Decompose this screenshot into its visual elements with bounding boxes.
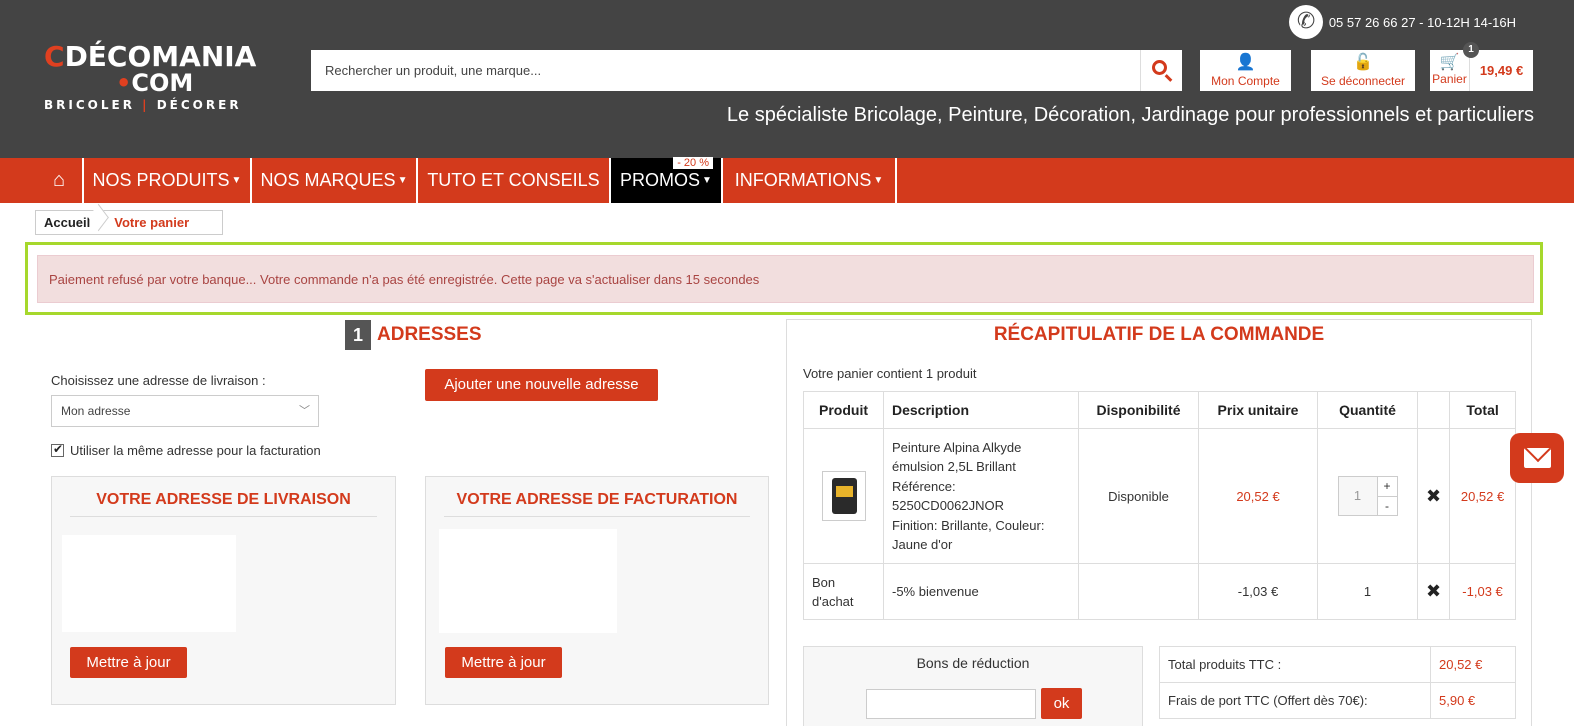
voucher-ok-button[interactable]: ok xyxy=(1041,688,1082,719)
unlock-icon: 🔓 xyxy=(1353,54,1373,71)
remove-icon[interactable]: ✖ xyxy=(1426,486,1441,506)
home-icon: ⌂ xyxy=(52,169,66,191)
step-label: ADRESSES xyxy=(377,324,482,345)
search-icon xyxy=(1152,60,1167,75)
breadcrumb-current: Votre panier xyxy=(114,215,190,230)
remove-voucher-cell: ✖ xyxy=(1416,563,1451,620)
site-logo[interactable]: CDÉCOMANIA •COM BRICOLER | DÉCORER xyxy=(44,42,256,114)
search-button[interactable] xyxy=(1140,50,1182,91)
table-row: Peinture Alpina Alkyde émulsion 2,5L Bri… xyxy=(803,428,1516,564)
checkbox-checked[interactable] xyxy=(51,442,64,457)
add-address-button[interactable]: Ajouter une nouvelle adresse xyxy=(425,369,658,401)
address-select[interactable]: Mon adresse ﹀ xyxy=(51,395,319,427)
update-billing-button[interactable]: Mettre à jour xyxy=(445,647,562,678)
envelope-icon xyxy=(1524,448,1551,468)
vouchers-title: Bons de réduction xyxy=(916,655,1030,671)
phone-number: 05 57 26 66 27 - 10-12H 14-16H xyxy=(1328,14,1516,30)
voucher-label: Bon d'achat xyxy=(803,563,884,620)
voucher-total: -1,03 € xyxy=(1449,563,1516,620)
cart-icon: 🛒 xyxy=(1439,54,1460,71)
site-header: 05 57 26 66 27 - 10-12H 14-16H CDÉCOMANI… xyxy=(0,0,1574,158)
breadcrumb-home[interactable]: Accueil xyxy=(36,215,102,230)
chevron-down-icon: ﹀ xyxy=(299,405,310,417)
cart-count-badge: 1 xyxy=(1463,42,1479,58)
account-button[interactable]: 👤 Mon Compte xyxy=(1200,50,1291,91)
qty-minus-button[interactable]: - xyxy=(1377,495,1397,516)
nav-nos-marques[interactable]: NOS MARQUES ▼ xyxy=(252,158,418,203)
cart-button[interactable]: 🛒 Panier 1 19,49 € xyxy=(1430,42,1533,91)
product-description: Peinture Alpina Alkyde émulsion 2,5L Bri… xyxy=(883,428,1079,564)
billing-address-content xyxy=(439,529,617,633)
product-total: 20,52 € xyxy=(1449,428,1516,564)
payment-error-alert: Paiement refusé par votre banque... Votr… xyxy=(37,255,1534,303)
delivery-address-title: VOTRE ADRESSE DE LIVRAISON xyxy=(70,491,377,517)
promo-badge: - 20 % xyxy=(673,157,713,169)
quantity-stepper[interactable]: 1 + - xyxy=(1337,476,1398,516)
cart-table: Produit Description Disponibilité Prix u… xyxy=(803,391,1516,620)
addresses-heading: 1 ADRESSES xyxy=(345,320,482,350)
product-availability: Disponible xyxy=(1078,428,1199,564)
logout-button[interactable]: 🔓 Se déconnecter xyxy=(1311,50,1415,91)
vouchers-box: Bons de réduction ok xyxy=(803,646,1143,726)
nav-tuto-conseils[interactable]: TUTO ET CONSEILS xyxy=(418,158,611,203)
delivery-address-content xyxy=(62,535,236,632)
voucher-code-input[interactable] xyxy=(866,689,1036,719)
nav-informations[interactable]: INFORMATIONS ▼ xyxy=(723,158,897,203)
voucher-unit-price: -1,03 € xyxy=(1198,563,1318,620)
qty-plus-button[interactable]: + xyxy=(1378,477,1397,496)
product-unit-price: 20,52 € xyxy=(1198,428,1318,564)
update-delivery-button[interactable]: Mettre à jour xyxy=(70,647,187,678)
alert-highlight: Paiement refusé par votre banque... Votr… xyxy=(25,242,1543,315)
nav-promos[interactable]: - 20 % PROMOS ▼ xyxy=(611,157,723,203)
totals-row: Frais de port TTC (Offert dès 70€): 5,90… xyxy=(1159,682,1516,719)
remove-icon[interactable]: ✖ xyxy=(1426,581,1441,601)
voucher-qty: 1 xyxy=(1317,563,1418,620)
phone-contact[interactable]: 05 57 26 66 27 - 10-12H 14-16H xyxy=(1288,5,1516,39)
search-input[interactable] xyxy=(311,50,1140,91)
choose-address-label: Choisissez une adresse de livraison : xyxy=(51,373,266,388)
nav-nos-produits[interactable]: NOS PRODUITS ▼ xyxy=(84,158,252,203)
nav-home[interactable]: ⌂ xyxy=(36,158,84,203)
table-header-row: Produit Description Disponibilité Prix u… xyxy=(803,391,1516,429)
cart-count-text: Votre panier contient 1 produit xyxy=(803,366,977,381)
tagline: Le spécialiste Bricolage, Peinture, Déco… xyxy=(726,104,1534,126)
product-qty-cell: 1 + - xyxy=(1317,428,1418,564)
voucher-description: -5% bienvenue xyxy=(883,563,1079,620)
same-billing-checkbox[interactable]: Utiliser la même adresse pour la factura… xyxy=(51,442,321,458)
whatsapp-icon xyxy=(1288,5,1323,39)
order-summary: RÉCAPITULATIF DE LA COMMANDE Votre panie… xyxy=(786,319,1532,726)
breadcrumb: Accueil Votre panier xyxy=(35,210,223,235)
delivery-address-box: VOTRE ADRESSE DE LIVRAISON Mettre à jour xyxy=(51,476,396,705)
step-number: 1 xyxy=(345,320,371,350)
main-nav: ⌂ NOS PRODUITS ▼ NOS MARQUES ▼ TUTO ET CON… xyxy=(0,157,1574,203)
remove-product-cell: ✖ xyxy=(1416,428,1451,564)
cart-total: 19,49 € xyxy=(1479,63,1524,78)
product-image[interactable] xyxy=(821,471,866,521)
table-row: Bon d'achat -5% bienvenue -1,03 € 1 ✖ -1… xyxy=(803,563,1516,620)
billing-address-title: VOTRE ADRESSE DE FACTURATION xyxy=(444,491,750,517)
user-icon: 👤 xyxy=(1235,54,1256,71)
totals-table: Total produits TTC : 20,52 € Frais de po… xyxy=(1159,646,1516,719)
quantity-input[interactable]: 1 xyxy=(1338,477,1377,515)
billing-address-box: VOTRE ADRESSE DE FACTURATION Mettre à jo… xyxy=(425,476,769,705)
summary-title: RÉCAPITULATIF DE LA COMMANDE xyxy=(993,324,1325,345)
totals-row: Total produits TTC : 20,52 € xyxy=(1159,646,1516,683)
product-thumb-cell xyxy=(803,428,884,564)
contact-mail-button[interactable] xyxy=(1510,433,1564,483)
search-bar xyxy=(311,50,1182,91)
